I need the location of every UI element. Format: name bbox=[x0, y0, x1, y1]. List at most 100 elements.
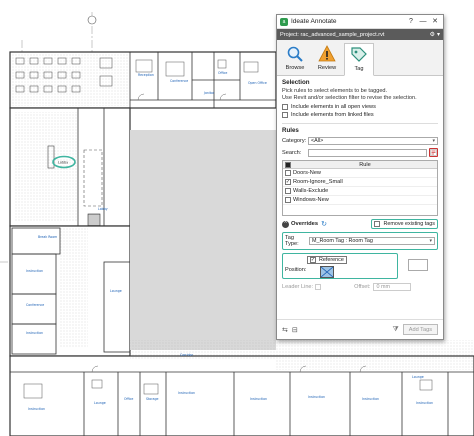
reference-column: ✓ Reference bbox=[307, 256, 347, 278]
chevron-down-icon: ▾ bbox=[432, 138, 435, 144]
minimize-button[interactable]: — bbox=[418, 17, 428, 27]
table-row[interactable]: Doors-New bbox=[283, 169, 437, 178]
top-wing bbox=[9, 51, 277, 109]
remove-existing-checkbox[interactable] bbox=[374, 221, 381, 227]
rule-checkbox[interactable] bbox=[285, 170, 291, 176]
project-bar: Project: rac_advanced_sample_project.rvt… bbox=[277, 29, 443, 40]
rule-name: Windows-New bbox=[293, 197, 329, 203]
room-label: Office bbox=[124, 397, 133, 401]
table-row[interactable]: Windows-New bbox=[283, 196, 437, 205]
window-title: Ideate Annotate bbox=[291, 18, 337, 25]
ideate-annotate-panel[interactable]: a Ideate Annotate ? — ✕ Project: rac_adv… bbox=[276, 14, 444, 340]
tab-strip: Browse Review Tag bbox=[277, 40, 443, 76]
rule-checkbox[interactable]: ✓ bbox=[285, 179, 291, 185]
include-linked-label: Include elements from linked files bbox=[291, 112, 374, 118]
align-tags-icon[interactable]: ⇆ bbox=[282, 326, 288, 334]
table-row[interactable]: Walls-Exclude bbox=[283, 187, 437, 196]
selection-hint-2: Use Revit and/or selection filter to rev… bbox=[282, 95, 417, 101]
app-logo-icon: a bbox=[280, 17, 288, 26]
room-label: Conference bbox=[26, 303, 44, 307]
rule-checkbox[interactable] bbox=[285, 188, 291, 194]
add-tags-button[interactable]: Add Tags bbox=[402, 324, 438, 335]
position-label: Position: bbox=[285, 267, 307, 273]
gear-icon[interactable]: ⚙ bbox=[430, 31, 435, 38]
divider bbox=[282, 123, 438, 124]
tag-options-icon[interactable]: ⊟ bbox=[292, 326, 298, 334]
chevron-down-icon[interactable]: ▾ bbox=[437, 31, 440, 38]
magnifier-icon bbox=[286, 45, 304, 63]
rule-checkbox[interactable] bbox=[285, 197, 291, 203]
category-row: Category: <All> ▾ bbox=[282, 137, 438, 145]
remove-existing-tags-option[interactable]: Remove existing tags bbox=[371, 219, 438, 229]
room-tag-text: Lobby bbox=[58, 161, 68, 165]
reference-toggle[interactable]: ✓ Reference bbox=[307, 256, 347, 264]
revit-canvas[interactable]: Reception Conference Office Janitor Open… bbox=[0, 0, 474, 436]
room-label: Corridor bbox=[180, 353, 194, 357]
rule-name: Doors-New bbox=[293, 170, 321, 176]
room-label: Instruction bbox=[416, 401, 433, 405]
rules-section: Rules Category: <All> ▾ Search: bbox=[277, 126, 443, 157]
search-label: Search: bbox=[282, 149, 302, 156]
column-header-rule: Rule bbox=[359, 161, 371, 168]
room-label: Storage bbox=[146, 397, 159, 401]
search-filter-button[interactable] bbox=[429, 148, 438, 157]
category-label: Category: bbox=[282, 138, 307, 144]
tag-icon bbox=[350, 46, 368, 64]
room-label: Office bbox=[218, 71, 227, 75]
tag-type-label: Tag Type: bbox=[285, 235, 299, 247]
include-open-views-row[interactable]: Include elements in all open views bbox=[282, 104, 438, 110]
tab-tag[interactable]: Tag bbox=[344, 43, 374, 76]
room-label: Conference bbox=[170, 79, 188, 83]
position-center-icon[interactable] bbox=[319, 266, 334, 278]
tab-review[interactable]: Review bbox=[312, 43, 342, 75]
room-label: Lounge bbox=[110, 289, 122, 293]
tab-browse[interactable]: Browse bbox=[280, 43, 310, 75]
tag-type-row: Tag Type: M_Room Tag : Room Tag ▾ bbox=[282, 232, 438, 250]
position-row: Position: ✓ Reference bbox=[282, 253, 438, 279]
include-linked-checkbox[interactable] bbox=[282, 112, 288, 118]
leader-line-checkbox[interactable] bbox=[315, 284, 322, 290]
room-label: Janitor bbox=[203, 91, 215, 95]
collapse-icon[interactable]: ^ bbox=[282, 220, 289, 228]
include-linked-row[interactable]: Include elements from linked files bbox=[282, 112, 438, 118]
light-well bbox=[130, 130, 276, 350]
chevron-down-icon: ▾ bbox=[429, 238, 432, 244]
selection-title: Selection bbox=[282, 79, 310, 86]
search-input[interactable] bbox=[308, 148, 427, 157]
help-button[interactable]: ? bbox=[406, 17, 416, 27]
rules-table-header: Rule bbox=[283, 161, 437, 169]
room-label: Instruction bbox=[362, 397, 379, 401]
select-all-checkbox[interactable] bbox=[285, 161, 291, 168]
leader-line-label: Leader Line: bbox=[282, 284, 314, 290]
include-open-views-checkbox[interactable] bbox=[282, 104, 288, 110]
tag-type-select[interactable]: M_Room Tag : Room Tag ▾ bbox=[309, 237, 435, 245]
leader-row: Leader Line: Offset: 0 mm bbox=[282, 283, 438, 291]
category-select[interactable]: <All> ▾ bbox=[308, 137, 438, 145]
reference-label: Reference bbox=[319, 257, 344, 263]
selection-section: Selection Pick rules to select elements … bbox=[277, 76, 443, 121]
offset-input[interactable]: 0 mm bbox=[373, 283, 412, 291]
panel-footer: ⇆ ⊟ ⧩ Add Tags bbox=[277, 319, 443, 339]
title-bar[interactable]: a Ideate Annotate ? — ✕ bbox=[277, 15, 443, 29]
tag-filter-icon[interactable]: ⧩ bbox=[393, 326, 399, 334]
grid-bubble bbox=[87, 15, 97, 25]
room-label: Instruction bbox=[308, 395, 325, 399]
category-value: <All> bbox=[311, 138, 324, 144]
room-label: Instruction bbox=[250, 397, 267, 401]
refresh-icon[interactable]: ↻ bbox=[321, 220, 327, 228]
overrides-header: ^ Overrides ↻ Remove existing tags bbox=[282, 219, 438, 229]
close-button[interactable]: ✕ bbox=[430, 17, 440, 27]
position-alternate-box[interactable] bbox=[408, 259, 428, 271]
offset-value: 0 mm bbox=[376, 284, 390, 290]
search-row: Search: bbox=[282, 148, 438, 157]
reference-checkbox[interactable]: ✓ bbox=[310, 257, 316, 263]
rules-table[interactable]: Rule Doors-New ✓ Room-Ignore_Small Walls… bbox=[282, 160, 438, 216]
overrides-title: Overrides bbox=[291, 221, 319, 227]
rule-name: Room-Ignore_Small bbox=[293, 179, 343, 185]
tag-type-value: M_Room Tag : Room Tag bbox=[312, 238, 373, 244]
tab-label: Browse bbox=[285, 65, 305, 71]
table-row[interactable]: ✓ Room-Ignore_Small bbox=[283, 178, 437, 187]
position-box: Position: ✓ Reference bbox=[282, 253, 398, 279]
room-label: Instruction bbox=[178, 391, 195, 395]
room-label: Instruction bbox=[26, 331, 43, 335]
